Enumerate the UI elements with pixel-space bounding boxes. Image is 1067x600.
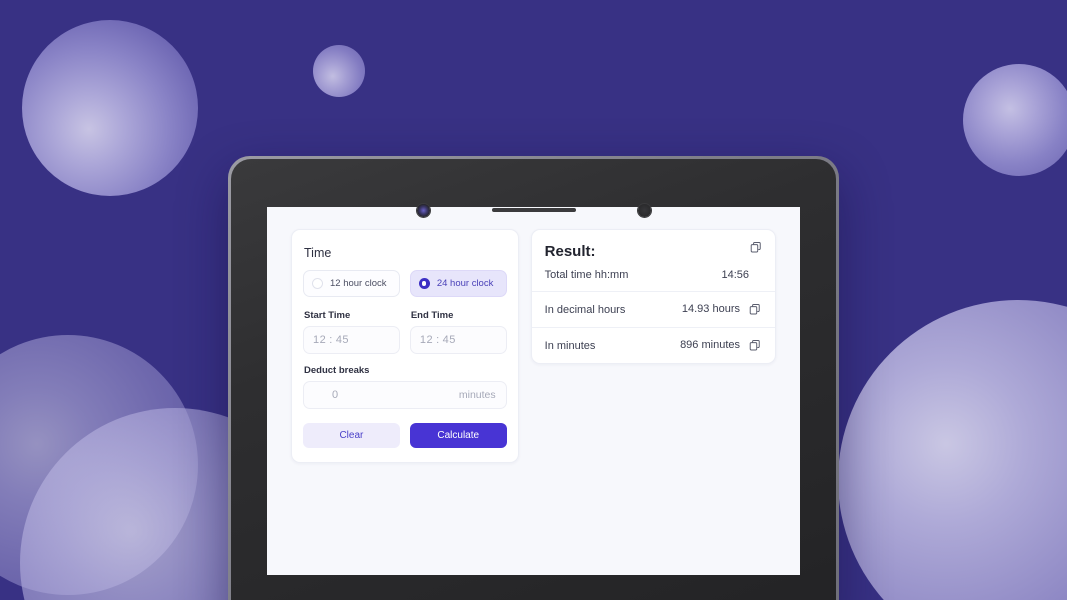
result-value-with-copy: 896 minutes <box>680 339 762 352</box>
start-time-minutes: 45 <box>335 334 350 346</box>
deduct-breaks-value: 0 <box>332 389 339 401</box>
time-inputs-row: Start Time 12:45 End Time 12: 45 <box>303 310 507 354</box>
calculate-button[interactable]: Calculate <box>409 423 507 448</box>
start-time-group: Start Time 12:45 <box>303 310 400 354</box>
result-row-label: In decimal hours <box>544 303 626 316</box>
end-time-input[interactable]: 12:45 <box>409 326 507 354</box>
radio-dot-icon <box>312 278 323 289</box>
result-row-value: 14.93 hours <box>681 303 740 315</box>
decorative-sphere-small-top <box>313 45 365 97</box>
decorative-sphere-bottom-left-upper <box>0 335 198 595</box>
form-section-title: Time <box>304 246 332 260</box>
result-header: Result: Total time hh:mm 14:56 <box>532 230 775 291</box>
result-row: In minutes 896 minutes <box>531 327 775 363</box>
copy-icon[interactable] <box>749 303 762 316</box>
decorative-sphere-top-right <box>963 64 1067 176</box>
tablet-device-frame: Time 12 hour clock 24 hour clock Start T… <box>228 156 839 600</box>
result-row-label: In minutes <box>544 339 596 352</box>
speaker-grille-icon <box>491 208 576 212</box>
deduct-breaks-group: Deduct breaks 0 minutes <box>303 365 507 409</box>
camera-icon <box>416 203 430 217</box>
end-time-minutes: 45 <box>442 334 456 346</box>
decorative-sphere-top-left <box>22 20 198 196</box>
result-row-value: 896 minutes <box>680 339 740 351</box>
end-time-separator: : <box>436 334 440 346</box>
end-time-group: End Time 12:45 <box>409 310 507 354</box>
result-title: Result: <box>544 243 596 260</box>
form-actions: Clear Calculate <box>303 423 507 448</box>
start-time-value: 12:45 <box>304 334 358 346</box>
decorative-sphere-bottom-right <box>838 300 1067 600</box>
start-time-separator: : <box>329 334 333 346</box>
start-time-label: Start Time <box>304 310 351 321</box>
radio-24-hour-label: 24 hour clock <box>436 278 494 289</box>
time-form-card: Time 12 hour clock 24 hour clock Start T… <box>291 229 519 463</box>
result-row: Total time hh:mm 14:56 <box>545 269 762 281</box>
start-time-hours: 12 <box>313 334 327 346</box>
start-time-input[interactable]: 12:45 <box>303 326 400 354</box>
clock-format-group: 12 hour clock 24 hour clock <box>303 270 507 297</box>
background-scene: Time 12 hour clock 24 hour clock Start T… <box>0 0 1067 600</box>
radio-12-hour-clock[interactable]: 12 hour clock <box>303 270 400 297</box>
clear-button[interactable]: Clear <box>303 423 400 448</box>
result-row-value: 14:56 <box>721 269 749 281</box>
result-card: Result: Total time hh:mm 14:56 In decima… <box>530 229 776 364</box>
end-time-value: 12:45 <box>411 334 465 346</box>
copy-icon[interactable] <box>750 241 763 254</box>
app-screen: Time 12 hour clock 24 hour clock Start T… <box>267 207 800 575</box>
tablet-bezel-hardware <box>231 201 836 219</box>
radio-12-hour-label: 12 hour clock <box>330 278 387 289</box>
copy-icon[interactable] <box>749 339 762 352</box>
deduct-breaks-unit: minutes <box>458 389 496 401</box>
radio-24-hour-clock[interactable]: 24 hour clock <box>409 270 507 297</box>
deduct-breaks-label: Deduct breaks <box>304 365 370 376</box>
tablet-bezel: Time 12 hour clock 24 hour clock Start T… <box>231 159 836 600</box>
end-time-label: End Time <box>410 310 454 321</box>
result-row: In decimal hours 14.93 hours <box>531 291 775 327</box>
result-row-label: Total time hh:mm <box>544 269 629 281</box>
sensor-icon <box>637 203 651 217</box>
deduct-breaks-input[interactable]: 0 minutes <box>303 381 507 409</box>
result-value-with-copy: 14.93 hours <box>682 303 762 316</box>
end-time-hours: 12 <box>419 334 434 346</box>
radio-dot-selected-icon <box>418 278 430 289</box>
